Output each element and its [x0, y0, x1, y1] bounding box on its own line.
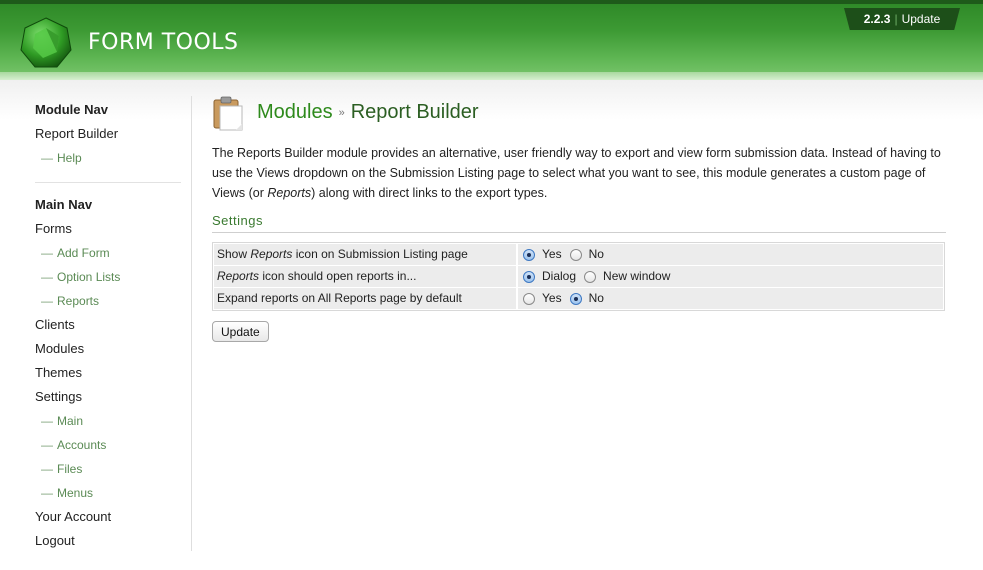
setting-label-part: Expand reports on All Reports page by de…: [217, 291, 462, 305]
sidebar-item-label: Themes: [35, 365, 82, 380]
sidebar-item-label: Files: [57, 462, 83, 476]
sidebar-subitem-accounts[interactable]: — Accounts: [35, 435, 185, 459]
update-link[interactable]: Update: [902, 12, 941, 26]
breadcrumb-separator: »: [338, 106, 345, 119]
sidebar-item-themes[interactable]: Themes: [35, 363, 185, 387]
radio-dialog[interactable]: [523, 270, 535, 283]
sidebar-item-report-builder[interactable]: Report Builder: [35, 124, 185, 148]
sub-item-dash: —: [41, 151, 53, 165]
sub-item-dash: —: [41, 270, 53, 284]
setting-label-part: Reports: [217, 269, 260, 283]
setting-label: Show Reports icon on Submission Listing …: [214, 244, 516, 265]
version-separator: |: [894, 12, 898, 26]
breadcrumb-modules-link[interactable]: Modules: [257, 101, 333, 123]
sidebar-item-label: Logout: [35, 533, 75, 548]
radio-new-window[interactable]: [584, 270, 597, 283]
radio-label-yes[interactable]: Yes: [542, 244, 562, 265]
intro-paragraph: The Reports Builder module provides an a…: [212, 143, 946, 203]
setting-options: Yes No: [518, 244, 943, 265]
sidebar-item-label: Settings: [35, 389, 82, 404]
radio-label-yes[interactable]: Yes: [542, 288, 562, 309]
sub-item-dash: —: [41, 246, 53, 260]
sidebar-subitem-help[interactable]: — Help: [35, 148, 185, 172]
sidebar-item-label: Main: [57, 414, 84, 428]
sub-item-dash: —: [41, 294, 53, 308]
breadcrumb: Modules » Report Builder: [257, 101, 479, 124]
sidebar-item-label: Help: [57, 151, 82, 165]
sidebar-subitem-files[interactable]: — Files: [35, 459, 185, 483]
setting-label-part: icon should open reports in...: [259, 269, 417, 283]
settings-table: Show Reports icon on Submission Listing …: [212, 242, 945, 311]
setting-options: Dialog New window: [518, 266, 943, 287]
setting-label-part: icon on Submission Listing page: [292, 247, 468, 261]
sidebar: Module Nav Report Builder — Help Main Nav …: [35, 100, 185, 555]
setting-options: Yes No: [518, 288, 943, 309]
sidebar-item-forms[interactable]: Forms: [35, 219, 185, 243]
form-tools-logo-icon[interactable]: [19, 16, 73, 70]
header-bottom-strip: [0, 72, 983, 80]
sidebar-subitem-add-form[interactable]: — Add Form: [35, 243, 185, 267]
intro-text-2: ) along with direct links to the export …: [311, 186, 548, 200]
setting-label-part: Reports: [250, 247, 293, 261]
radio-no[interactable]: [569, 248, 582, 261]
sidebar-item-label: Menus: [57, 486, 94, 500]
radio-no[interactable]: [569, 292, 582, 305]
sidebar-item-your-account[interactable]: Your Account: [35, 507, 185, 531]
sidebar-item-label: Report Builder: [35, 126, 119, 141]
sidebar-item-label: Reports: [57, 294, 100, 308]
sidebar-item-label: Clients: [35, 317, 75, 332]
version-box: 2.2.3 | Update: [844, 8, 960, 30]
main-nav-heading: Main Nav: [35, 197, 93, 212]
sidebar-subitem-option-lists[interactable]: — Option Lists: [35, 267, 185, 291]
intro-emphasis: Reports: [267, 186, 312, 200]
sidebar-vertical-divider: [191, 96, 192, 551]
settings-row: Show Reports icon on Submission Listing …: [214, 244, 943, 265]
header-bar: FORM TOOLS 2.2.3 | Update: [0, 0, 983, 80]
sidebar-item-settings[interactable]: Settings: [35, 387, 185, 411]
version-number: 2.2.3: [863, 12, 891, 26]
sidebar-item-logout[interactable]: Logout: [35, 531, 185, 555]
setting-label: Reports icon should open reports in...: [214, 266, 516, 287]
sub-item-dash: —: [41, 486, 53, 500]
radio-yes[interactable]: [523, 248, 535, 261]
main-nav-list: Forms — Add Form — Option Lists — Reports Clien…: [35, 219, 185, 555]
settings-heading: Settings: [212, 213, 946, 233]
sidebar-item-clients[interactable]: Clients: [35, 315, 185, 339]
setting-label-part: Show: [217, 247, 251, 261]
sidebar-item-label: Your Account: [35, 509, 112, 524]
radio-label-no[interactable]: No: [589, 244, 604, 265]
sidebar-item-label: Modules: [35, 341, 85, 356]
sidebar-subitem-main[interactable]: — Main: [35, 411, 185, 435]
sidebar-item-label: Add Form: [57, 246, 110, 260]
sidebar-subitem-reports[interactable]: — Reports: [35, 291, 185, 315]
radio-yes[interactable]: [523, 292, 535, 305]
radio-label-no[interactable]: No: [589, 288, 604, 309]
sidebar-item-label: Option Lists: [57, 270, 121, 284]
page-title: Report Builder: [350, 101, 479, 123]
radio-label-new-window[interactable]: New window: [603, 266, 670, 287]
settings-row: Reports icon should open reports in... Di…: [214, 266, 943, 287]
sub-item-dash: —: [41, 462, 53, 476]
settings-row: Expand reports on All Reports page by de…: [214, 288, 943, 309]
module-nav-heading: Module Nav: [35, 102, 108, 117]
module-nav-list: Report Builder — Help: [35, 124, 185, 172]
app-title: FORM TOOLS: [88, 30, 239, 55]
setting-label: Expand reports on All Reports page by de…: [214, 288, 516, 309]
sub-item-dash: —: [41, 438, 53, 452]
sidebar-item-modules[interactable]: Modules: [35, 339, 185, 363]
radio-label-dialog[interactable]: Dialog: [542, 266, 576, 287]
sidebar-subitem-menus[interactable]: — Menus: [35, 483, 185, 507]
sidebar-item-label: Forms: [35, 221, 72, 236]
sidebar-divider: [35, 182, 181, 183]
clipboard-icon: [213, 96, 243, 131]
sub-item-dash: —: [41, 414, 53, 428]
update-button[interactable]: Update: [212, 321, 269, 342]
sidebar-item-label: Accounts: [57, 438, 107, 452]
